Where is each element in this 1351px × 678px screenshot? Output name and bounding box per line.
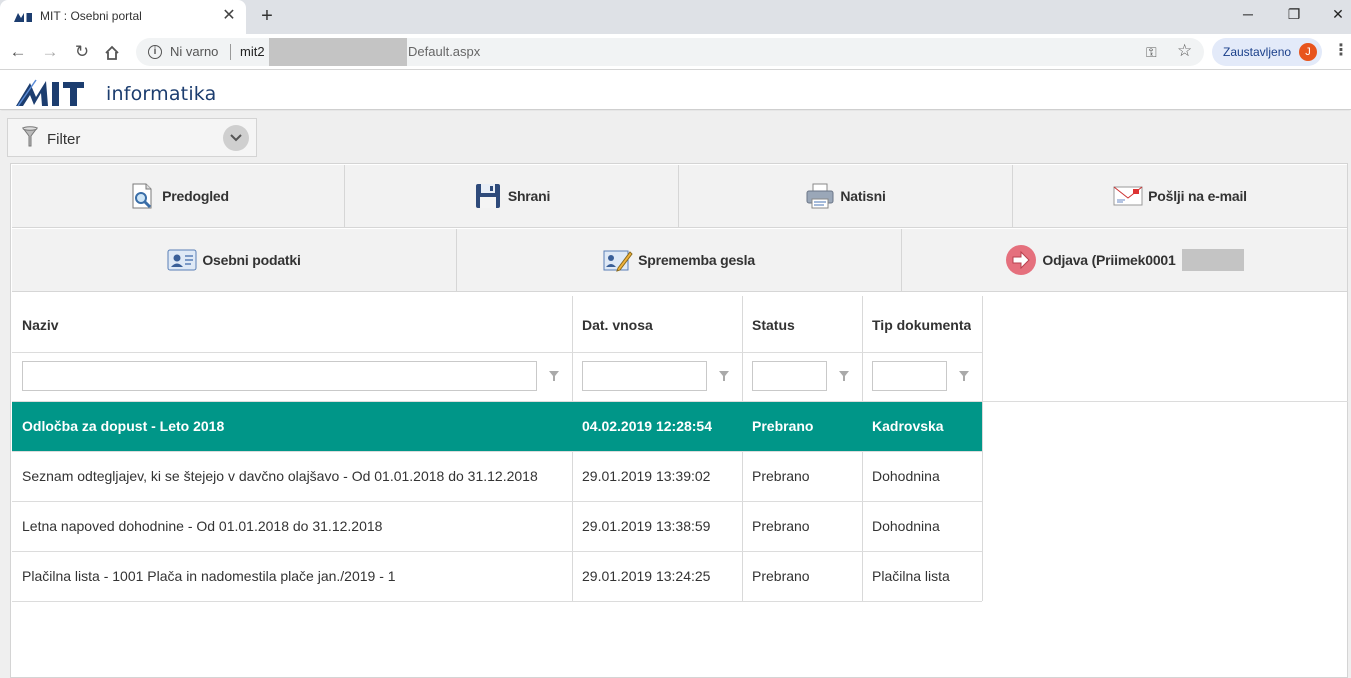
cell-tip: Dohodnina xyxy=(872,468,940,484)
preview-icon xyxy=(132,183,152,209)
key-icon[interactable]: ⚿ xyxy=(1146,44,1157,61)
avatar: J xyxy=(1299,43,1317,61)
envelope-icon xyxy=(1113,186,1143,206)
send-email-label: Pošlji na e-mail xyxy=(1148,188,1247,204)
new-tab-icon[interactable]: + xyxy=(256,5,278,27)
column-header-tip-dokumenta[interactable]: Tip dokumenta xyxy=(872,317,971,333)
close-tab-icon[interactable]: ✕ xyxy=(220,7,238,25)
column-filter-icon[interactable] xyxy=(718,370,730,382)
cell-datum: 29.01.2019 13:24:25 xyxy=(582,568,711,584)
cell-naziv: Seznam odtegljajev, ki se štejejo v davč… xyxy=(22,468,538,484)
url-separator xyxy=(230,44,231,60)
personal-data-button[interactable]: Osebni podatki xyxy=(12,229,457,292)
cell-datum: 29.01.2019 13:38:59 xyxy=(582,518,711,534)
url-prefix: mit2 xyxy=(240,44,265,59)
cell-tip: Plačilna lista xyxy=(872,568,950,584)
tab-title: MIT : Osebni portal xyxy=(40,9,142,23)
reload-icon[interactable]: ↻ xyxy=(70,40,94,64)
url-input[interactable]: i Ni varno mit2 Default.aspx ⚿ ☆ xyxy=(136,38,1204,66)
row-divider xyxy=(12,601,982,602)
column-header-naziv[interactable]: Naziv xyxy=(22,317,59,333)
cell-datum: 29.01.2019 13:39:02 xyxy=(582,468,711,484)
cell-status: Prebrano xyxy=(752,568,810,584)
logout-button[interactable]: Odjava (Priimek0001 xyxy=(902,229,1347,292)
restore-icon[interactable]: ❐ xyxy=(1282,4,1306,24)
url-suffix: Default.aspx xyxy=(408,44,481,59)
cell-naziv: Plačilna lista - 1001 Plača in nadomesti… xyxy=(22,568,396,584)
preview-button[interactable]: Predogled xyxy=(12,165,345,228)
naziv-filter-input[interactable] xyxy=(22,361,537,391)
address-toolbar: ← → ↻ i Ni varno mit2 Default.aspx ⚿ ☆ Z… xyxy=(0,34,1351,70)
save-button[interactable]: Shrani xyxy=(345,165,679,228)
filter-toggle[interactable]: Filter xyxy=(7,118,257,157)
id-card-icon xyxy=(167,249,197,271)
cell-tip: Kadrovska xyxy=(872,418,944,434)
printer-icon xyxy=(806,183,834,209)
cell-status: Prebrano xyxy=(752,518,810,534)
cell-tip: Dohodnina xyxy=(872,518,940,534)
browser-tab[interactable]: MIT : Osebni portal ✕ xyxy=(0,0,246,34)
column-header-status[interactable]: Status xyxy=(752,317,795,333)
column-filter-icon[interactable] xyxy=(838,370,850,382)
column-filter-icon[interactable] xyxy=(958,370,970,382)
send-email-button[interactable]: Pošlji na e-mail xyxy=(1013,165,1347,228)
floppy-disk-icon xyxy=(475,184,500,208)
main-panel: Predogled Shrani Natisni Pošlji na e-mai… xyxy=(10,163,1348,678)
url-redacted-block xyxy=(269,38,407,66)
personal-data-label: Osebni podatki xyxy=(202,252,301,268)
print-button[interactable]: Natisni xyxy=(679,165,1013,228)
column-filter-icon[interactable] xyxy=(548,370,560,382)
logo-text: informatika xyxy=(106,83,217,105)
preview-label: Predogled xyxy=(162,188,229,204)
funnel-icon xyxy=(22,126,38,147)
change-password-button[interactable]: Sprememba gesla xyxy=(457,229,902,292)
mit-logo-icon xyxy=(16,79,84,107)
tip-dokumenta-filter-input[interactable] xyxy=(872,361,947,391)
status-filter-input[interactable] xyxy=(752,361,827,391)
home-icon[interactable] xyxy=(104,45,120,61)
change-password-label: Sprememba gesla xyxy=(638,252,755,268)
filter-label: Filter xyxy=(47,131,81,148)
browser-menu-icon[interactable]: ⋮ xyxy=(1333,42,1349,60)
cell-datum: 04.02.2019 12:28:54 xyxy=(582,418,712,434)
logout-redacted-block xyxy=(1181,249,1244,271)
forward-arrow-icon[interactable]: → xyxy=(38,40,62,64)
browser-tab-strip: MIT : Osebni portal ✕ + ─ ❐ ✕ xyxy=(0,0,1351,34)
row-divider xyxy=(12,352,982,353)
profile-label: Zaustavljeno xyxy=(1223,45,1292,59)
edit-document-icon xyxy=(603,250,633,272)
column-header-dat-vnosa[interactable]: Dat. vnosa xyxy=(582,317,653,333)
save-label: Shrani xyxy=(507,188,551,204)
cell-status: Prebrano xyxy=(752,468,810,484)
logout-arrow-icon xyxy=(1006,245,1037,275)
column-divider xyxy=(982,296,983,601)
bookmark-star-icon[interactable]: ☆ xyxy=(1177,41,1192,61)
dat-vnosa-filter-input[interactable] xyxy=(582,361,707,391)
page-header: informatika xyxy=(0,70,1351,110)
print-label: Natisni xyxy=(840,188,886,204)
chevron-down-icon[interactable] xyxy=(223,125,249,151)
minimize-icon[interactable]: ─ xyxy=(1236,4,1260,24)
cell-naziv: Letna napoved dohodnine - Od 01.01.2018 … xyxy=(22,518,383,534)
cell-status: Prebrano xyxy=(752,418,814,434)
cell-naziv: Odločba za dopust - Leto 2018 xyxy=(22,418,225,434)
mit-favicon-icon xyxy=(14,13,32,22)
logout-label: Odjava (Priimek0001 xyxy=(1042,252,1176,268)
security-status: Ni varno xyxy=(170,44,219,59)
back-arrow-icon[interactable]: ← xyxy=(6,40,30,64)
info-icon[interactable]: i xyxy=(148,45,162,59)
close-window-icon[interactable]: ✕ xyxy=(1326,4,1350,24)
profile-button[interactable]: Zaustavljeno J xyxy=(1212,38,1322,66)
